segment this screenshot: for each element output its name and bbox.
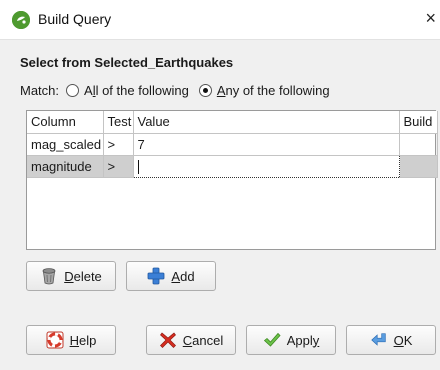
ok-button[interactable]: OK	[346, 325, 436, 355]
app-logo-icon	[12, 11, 30, 29]
radio-any-label: Any of the following	[216, 82, 330, 98]
match-row: Match: All of the following Any of the f…	[20, 80, 340, 100]
help-label: Help	[69, 332, 97, 348]
radio-all-label: All of the following	[84, 82, 189, 98]
value-header[interactable]: Value	[133, 111, 400, 134]
column-header[interactable]: Column	[27, 111, 104, 134]
match-label: Match:	[20, 82, 60, 98]
table-header-row: Column Test Value Build	[27, 111, 438, 134]
radio-any-indicator[interactable]	[198, 83, 212, 97]
ok-label: OK	[393, 332, 413, 348]
close-button[interactable]: ×	[425, 9, 436, 27]
build-header[interactable]: Build	[399, 111, 438, 134]
table-row[interactable]: mag_scaled > 7	[27, 133, 438, 156]
test-header[interactable]: Test	[103, 111, 134, 134]
build-query-dialog: Build Query × Select from Selected_Earth…	[0, 0, 440, 370]
trash-icon	[40, 267, 58, 285]
query-heading: Select from Selected_Earthquakes	[20, 55, 234, 70]
delete-label: Delete	[64, 268, 102, 284]
add-button[interactable]: Add	[126, 261, 216, 291]
delete-button[interactable]: Delete	[26, 261, 116, 291]
checkmark-icon	[263, 331, 281, 349]
help-button[interactable]: Help	[26, 325, 116, 355]
text-caret	[137, 159, 139, 174]
test-cell[interactable]: >	[103, 133, 134, 156]
test-cell[interactable]: >	[103, 155, 134, 178]
add-label: Add	[171, 268, 195, 284]
lifebuoy-icon	[46, 331, 64, 349]
column-cell[interactable]: magnitude	[27, 155, 104, 178]
apply-label: Apply	[286, 332, 320, 348]
title-bar: Build Query ×	[0, 0, 440, 40]
radio-all-indicator[interactable]	[66, 83, 80, 97]
red-x-icon	[159, 331, 177, 349]
value-cell[interactable]: 7	[133, 133, 400, 156]
apply-button[interactable]: Apply	[246, 325, 336, 355]
radio-any-of-following[interactable]: Any of the following	[198, 82, 330, 98]
window-title: Build Query	[38, 11, 112, 27]
build-cell[interactable]	[399, 155, 438, 178]
cancel-label: Cancel	[182, 332, 224, 348]
radio-all-of-following[interactable]: All of the following	[66, 83, 189, 98]
cancel-button[interactable]: Cancel	[146, 325, 236, 355]
table-row[interactable]: magnitude >	[27, 154, 438, 178]
query-grid[interactable]: Column Test Value Build mag_scaled > 7 m…	[26, 110, 438, 250]
enter-arrow-icon	[370, 331, 388, 349]
value-input-cell[interactable]	[132, 154, 400, 178]
build-cell[interactable]	[399, 133, 438, 156]
column-cell[interactable]: mag_scaled	[27, 133, 104, 156]
plus-icon	[147, 267, 165, 285]
